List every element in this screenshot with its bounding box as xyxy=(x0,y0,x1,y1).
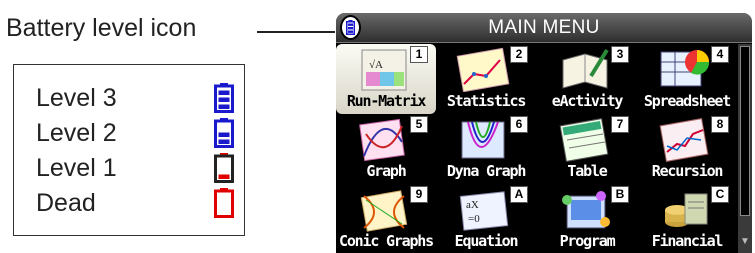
app-tile-program[interactable]: B Program xyxy=(537,184,637,253)
app-label: eActivity xyxy=(551,92,624,110)
app-tile-recursion[interactable]: 8 Recursion xyxy=(637,114,737,184)
calculator-screen: MAIN MENU √A 1 Run-Matrix 2 Statistics 3 eActi… xyxy=(336,13,752,253)
legend-row: Level 1 xyxy=(36,151,236,185)
battery-level-icon xyxy=(340,15,361,40)
equation-icon: aX =0 xyxy=(459,191,509,231)
conic-graphs-icon xyxy=(360,190,408,232)
graph-icon xyxy=(359,118,405,162)
battery-callout-label: Battery level icon xyxy=(6,14,197,42)
app-label: Run-Matrix xyxy=(346,92,427,110)
app-shortcut-badge: 6 xyxy=(510,116,528,133)
dyna-graph-icon xyxy=(461,121,505,159)
app-shortcut-badge: 2 xyxy=(510,46,528,63)
scroll-down-arrow-icon[interactable]: ▼ xyxy=(740,235,750,249)
legend-label: Level 1 xyxy=(36,154,117,182)
financial-icon xyxy=(665,193,708,227)
program-icon xyxy=(562,191,610,229)
recursion-icon xyxy=(659,118,709,162)
spreadsheet-icon xyxy=(660,50,710,87)
app-grid: √A 1 Run-Matrix 2 Statistics 3 eActivity 4 Sprea… xyxy=(336,44,738,253)
legend-label: Level 3 xyxy=(36,84,117,112)
app-shortcut-badge: 9 xyxy=(410,186,428,203)
app-tile-run-matrix[interactable]: √A 1 Run-Matrix xyxy=(336,44,436,114)
battery-level-2-icon xyxy=(214,118,234,153)
app-shortcut-badge: B xyxy=(611,186,629,203)
battery-legend: Level 3 Level 2 Level 1 Dead xyxy=(13,64,245,236)
app-label: Statistics xyxy=(446,92,527,110)
battery-level-3-icon xyxy=(214,83,234,118)
app-label: Financial xyxy=(651,232,724,250)
app-tile-statistics[interactable]: 2 Statistics xyxy=(436,44,536,114)
callout-leader-line xyxy=(257,31,335,33)
app-shortcut-badge: 5 xyxy=(410,116,428,133)
legend-row: Dead xyxy=(36,186,236,220)
scrollbar[interactable]: ▼ xyxy=(738,44,752,253)
app-label: Program xyxy=(559,232,616,250)
app-tile-spreadsheet[interactable]: 4 Spreadsheet xyxy=(637,44,737,114)
app-shortcut-badge: C xyxy=(711,186,729,203)
app-label: Graph xyxy=(366,162,406,180)
app-tile-conic-graphs[interactable]: 9 Conic Graphs xyxy=(336,184,436,253)
app-label: Conic Graphs xyxy=(339,232,434,250)
app-tile-eactivity[interactable]: 3 eActivity xyxy=(537,44,637,114)
legend-row: Level 3 xyxy=(36,81,236,115)
app-shortcut-badge: A xyxy=(510,186,528,203)
app-label: Equation xyxy=(454,232,519,250)
app-tile-equation[interactable]: aX =0 A Equation xyxy=(436,184,536,253)
app-shortcut-badge: 7 xyxy=(611,116,629,133)
screen-title: MAIN MENU xyxy=(488,17,600,38)
eactivity-icon xyxy=(562,48,609,89)
svg-text:=0: =0 xyxy=(468,213,480,225)
battery-level-0-icon xyxy=(214,188,234,223)
legend-label: Level 2 xyxy=(36,119,117,147)
app-shortcut-badge: 4 xyxy=(711,46,729,63)
app-tile-financial[interactable]: C Financial xyxy=(637,184,737,253)
svg-text:√A: √A xyxy=(369,59,383,71)
table-icon xyxy=(559,118,609,162)
app-label: Table xyxy=(567,162,607,180)
app-shortcut-badge: 1 xyxy=(410,46,428,63)
app-shortcut-badge: 3 xyxy=(611,46,629,63)
run-matrix-icon: √A xyxy=(361,49,407,91)
app-label: Spreadsheet xyxy=(643,92,731,110)
legend-label: Dead xyxy=(36,189,96,217)
app-tile-table[interactable]: 7 Table xyxy=(537,114,637,184)
svg-text:aX: aX xyxy=(466,199,479,211)
app-shortcut-badge: 8 xyxy=(711,116,729,133)
app-label: Recursion xyxy=(651,162,724,180)
scroll-thumb[interactable] xyxy=(740,46,750,216)
app-tile-dyna-graph[interactable]: 6 Dyna Graph xyxy=(436,114,536,184)
app-label: Dyna Graph xyxy=(446,162,527,180)
legend-row: Level 2 xyxy=(36,116,236,150)
statistics-icon xyxy=(456,47,510,92)
app-tile-graph[interactable]: 5 Graph xyxy=(336,114,436,184)
battery-level-1-icon xyxy=(214,153,234,188)
title-bar: MAIN MENU xyxy=(336,13,752,43)
